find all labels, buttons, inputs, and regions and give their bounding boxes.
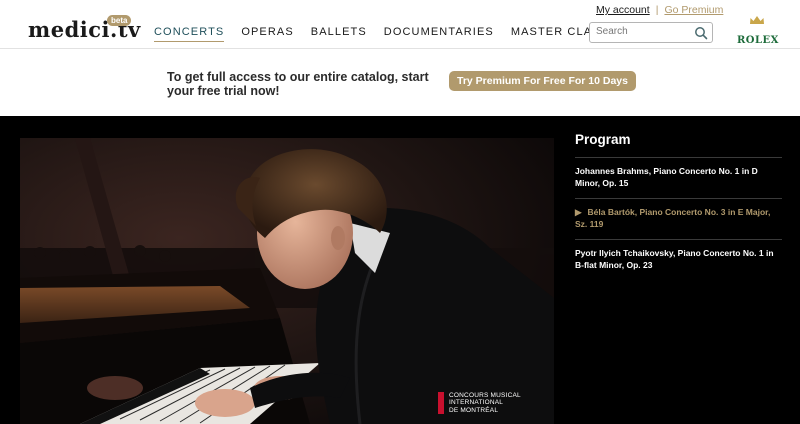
- program-item[interactable]: Pyotr Ilyich Tchaikovsky, Piano Concerto…: [575, 240, 782, 280]
- watermark-line: DE MONTRÉAL: [449, 406, 499, 414]
- video-frame: [20, 138, 554, 424]
- try-premium-button[interactable]: Try Premium For Free For 10 Days: [449, 71, 636, 91]
- main-nav: CONCERTS OPERAS BALLETS DOCUMENTARIES MA…: [154, 26, 643, 42]
- program-title: Program: [575, 132, 782, 158]
- program-item-label: Béla Bartók, Piano Concerto No. 3 in E M…: [575, 207, 771, 229]
- program-item-label: Pyotr Ilyich Tchaikovsky, Piano Concerto…: [575, 248, 774, 270]
- nav-operas[interactable]: OPERAS: [241, 26, 293, 42]
- site-header: medici.tv beta CONCERTS OPERAS BALLETS D…: [0, 0, 800, 49]
- crown-icon: [737, 12, 777, 30]
- video-player[interactable]: CONCOURS MUSICAL INTERNATIONAL DE MONTRÉ…: [20, 138, 554, 424]
- beta-badge: beta: [107, 15, 132, 26]
- player-area: CONCOURS MUSICAL INTERNATIONAL DE MONTRÉ…: [0, 116, 800, 424]
- watermark-text: CONCOURS MUSICAL INTERNATIONAL DE MONTRÉ…: [449, 392, 521, 414]
- account-links: My account | Go Premium: [596, 4, 723, 16]
- nav-ballets[interactable]: BALLETS: [311, 26, 367, 42]
- program-item-label: Johannes Brahms, Piano Concerto No. 1 in…: [575, 166, 758, 188]
- promo-text: To get full access to our entire catalog…: [167, 70, 429, 98]
- premium-promo-banner: To get full access to our entire catalog…: [0, 50, 800, 116]
- nav-concerts[interactable]: CONCERTS: [154, 26, 225, 42]
- go-premium-link[interactable]: Go Premium: [664, 4, 723, 16]
- competition-watermark: CONCOURS MUSICAL INTERNATIONAL DE MONTRÉ…: [438, 392, 521, 414]
- account-separator: |: [655, 4, 659, 16]
- search-box[interactable]: [589, 22, 713, 43]
- watermark-red-bar: [438, 392, 444, 414]
- nav-documentaries[interactable]: DOCUMENTARIES: [384, 26, 494, 42]
- rolex-sponsor-logo[interactable]: ROLEX: [737, 12, 779, 48]
- program-panel: Program Johannes Brahms, Piano Concerto …: [575, 132, 782, 280]
- watermark-line: INTERNATIONAL: [449, 399, 504, 407]
- rolex-wordmark: ROLEX: [737, 35, 779, 46]
- watermark-line: CONCOURS MUSICAL: [449, 392, 521, 399]
- program-item-current[interactable]: ▶ Béla Bartók, Piano Concerto No. 3 in E …: [575, 199, 782, 240]
- my-account-link[interactable]: My account: [596, 4, 650, 16]
- program-item[interactable]: Johannes Brahms, Piano Concerto No. 1 in…: [575, 158, 782, 199]
- search-input[interactable]: [596, 26, 692, 37]
- search-icon[interactable]: [694, 26, 708, 40]
- play-arrow-icon: ▶: [575, 207, 582, 217]
